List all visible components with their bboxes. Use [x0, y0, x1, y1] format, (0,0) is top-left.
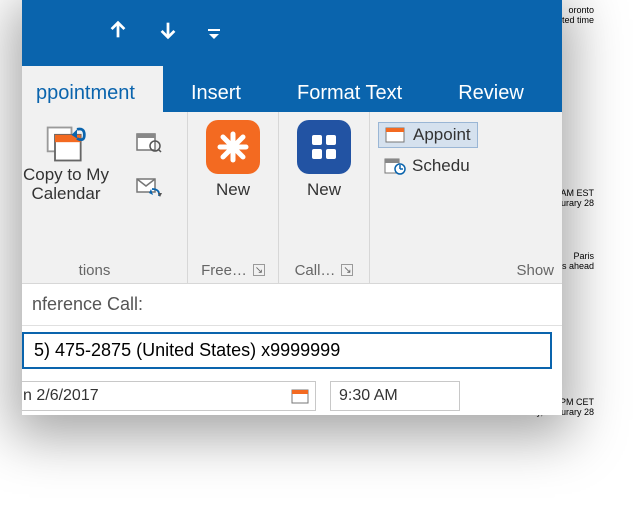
dialog-launcher-icon[interactable]: ↘: [253, 264, 265, 276]
location-row: [22, 332, 552, 369]
ribbon-tabs: ppointment Insert Format Text Review: [22, 66, 562, 112]
copy-label-line1: Copy to My: [23, 166, 109, 185]
dialog-launcher-icon[interactable]: ↘: [341, 264, 353, 276]
asterisk-app-icon: [206, 120, 260, 174]
copy-label-line2: Calendar: [32, 185, 101, 204]
ribbon-group-label-show: Show: [374, 259, 558, 281]
calendar-picker-icon: [291, 388, 309, 404]
new-call-label: New: [307, 180, 341, 200]
ribbon: Copy to My Calendar: [22, 112, 562, 284]
tab-insert[interactable]: Insert: [163, 66, 269, 112]
tab-appointment[interactable]: ppointment: [22, 66, 163, 112]
calendar-search-icon: [136, 131, 162, 153]
ribbon-group-call: New Call… ↘: [279, 112, 370, 283]
subject-label-fragment: nference Call:: [32, 294, 143, 315]
redo-icon[interactable]: [157, 19, 179, 47]
scheduling-view-label: Schedu: [412, 156, 470, 176]
ribbon-group-label-call: Call… ↘: [283, 259, 365, 281]
location-input[interactable]: [24, 334, 550, 367]
new-conference-button[interactable]: New: [192, 118, 274, 200]
ribbon-group-show: Appoint Schedu Show: [370, 112, 562, 283]
start-time-value: 9:30 AM: [339, 387, 398, 405]
schedule-icon: [384, 157, 406, 175]
tab-review[interactable]: Review: [430, 66, 552, 112]
appointment-form: nference Call: n 2/6/2017 9:30 AM: [22, 284, 562, 417]
calendar-copy-icon: [44, 122, 88, 166]
scheduling-view-button[interactable]: Schedu: [378, 154, 476, 178]
subject-row: nference Call:: [22, 284, 562, 326]
ribbon-group-label-free: Free… ↘: [192, 259, 274, 281]
reply-button[interactable]: [132, 172, 166, 200]
start-date-field[interactable]: n 2/6/2017: [22, 381, 316, 411]
grid-app-icon: [297, 120, 351, 174]
titlebar: [22, 0, 562, 66]
appointment-view-button[interactable]: Appoint: [378, 122, 478, 148]
appointment-view-label: Appoint: [413, 125, 471, 145]
start-date-value: n 2/6/2017: [23, 387, 99, 405]
start-time-field[interactable]: 9:30 AM: [330, 381, 460, 411]
new-call-button[interactable]: New: [283, 118, 365, 200]
new-conference-label: New: [216, 180, 250, 200]
undo-icon[interactable]: [107, 19, 129, 47]
copy-to-my-calendar-button[interactable]: Copy to My Calendar: [22, 118, 126, 203]
tab-format-text[interactable]: Format Text: [269, 66, 430, 112]
outlook-appointment-window: ppointment Insert Format Text Review Cop…: [22, 0, 562, 415]
datetime-row: n 2/6/2017 9:30 AM: [22, 375, 562, 417]
calendar-view-button[interactable]: [132, 128, 166, 156]
calendar-small-icon: [385, 126, 407, 144]
ribbon-group-actions: Copy to My Calendar: [22, 112, 188, 283]
ribbon-group-free: New Free… ↘: [188, 112, 279, 283]
customize-qat-icon[interactable]: [207, 28, 217, 38]
envelope-reply-icon: [136, 175, 162, 197]
ribbon-group-label-actions: tions: [22, 259, 183, 281]
